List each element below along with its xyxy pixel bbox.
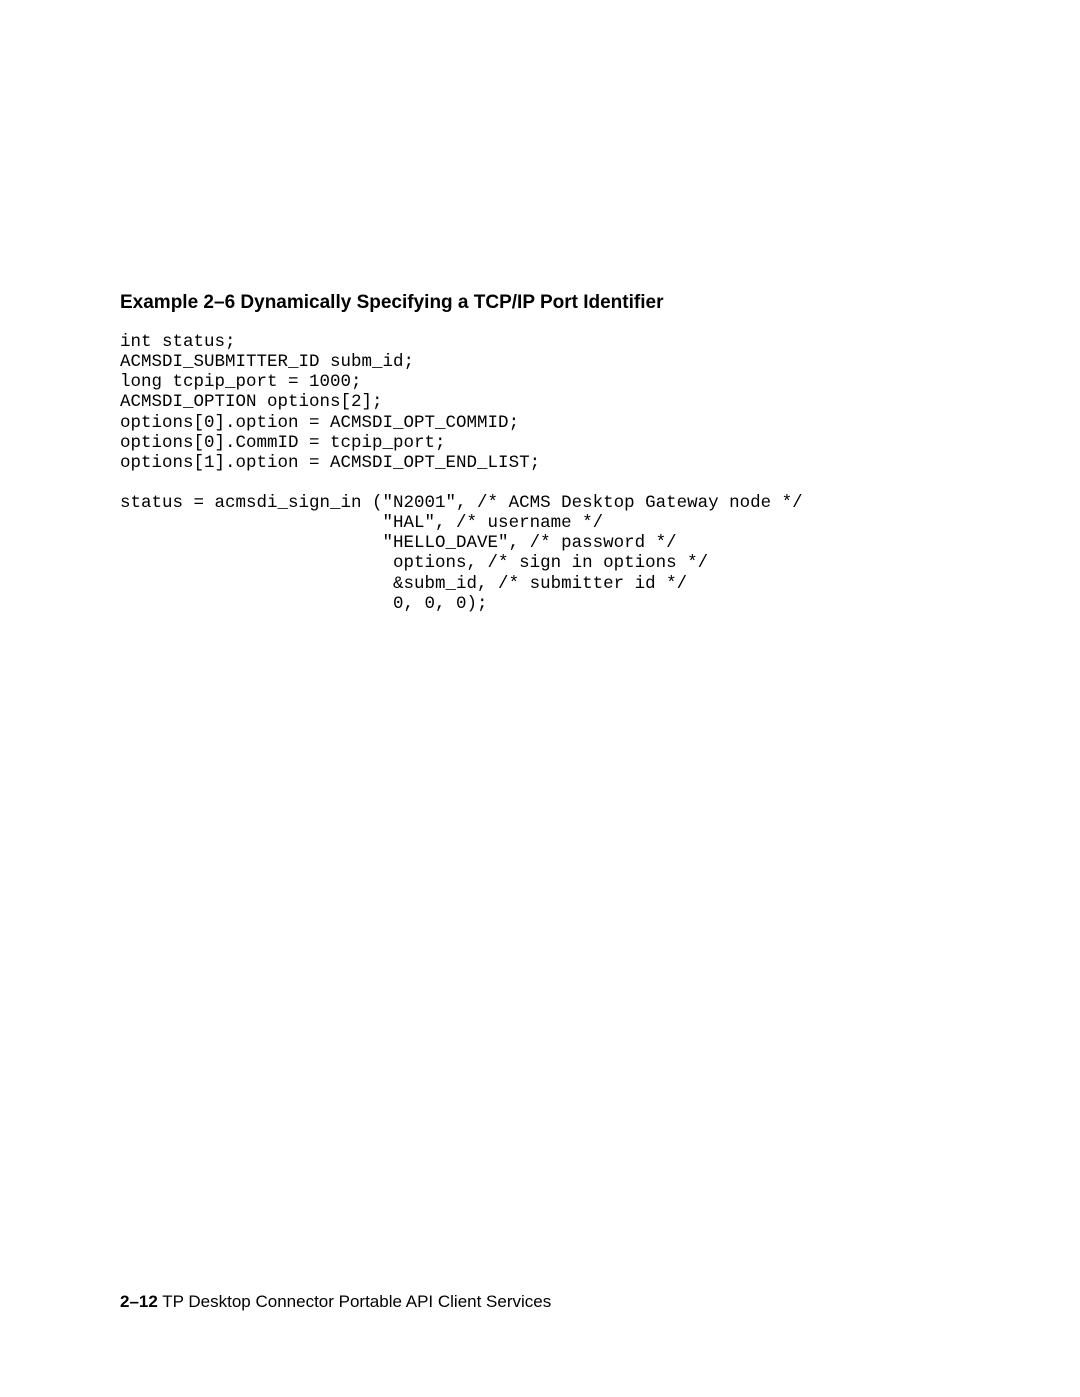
page-footer: 2–12 TP Desktop Connector Portable API C…	[120, 1292, 551, 1312]
page-container: Example 2–6 Dynamically Specifying a TCP…	[0, 0, 1080, 1397]
footer-section-title: TP Desktop Connector Portable API Client…	[162, 1292, 551, 1311]
example-title: Example 2–6 Dynamically Specifying a TCP…	[120, 292, 960, 314]
page-number: 2–12	[120, 1292, 158, 1311]
code-listing: int status; ACMSDI_SUBMITTER_ID subm_id;…	[120, 332, 960, 614]
